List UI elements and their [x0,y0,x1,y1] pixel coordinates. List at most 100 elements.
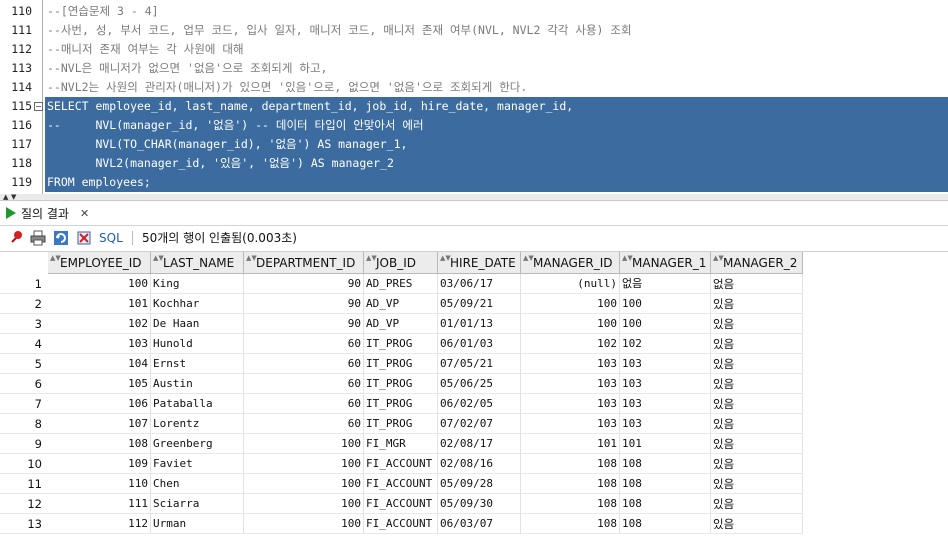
table-cell-department-id[interactable]: 100 [244,494,364,514]
column-header-manager-1[interactable]: ▲▼MANAGER_1 [620,252,711,274]
table-cell-manager-2[interactable]: 있음 [711,294,803,314]
sort-icon[interactable]: ▲▼ [713,252,724,263]
table-cell-job-id[interactable]: FI_MGR [364,434,438,454]
table-cell-department-id[interactable]: 90 [244,274,364,294]
row-number[interactable]: 5 [0,354,48,374]
table-cell-hire-date[interactable]: 06/02/05 [438,394,521,414]
row-number[interactable]: 4 [0,334,48,354]
editor-line[interactable]: 119 FROM employees; [0,173,948,192]
table-cell-employee-id[interactable]: 107 [48,414,151,434]
table-cell-employee-id[interactable]: 109 [48,454,151,474]
table-cell-manager-2[interactable]: 있음 [711,374,803,394]
table-cell-job-id[interactable]: IT_PROG [364,374,438,394]
table-cell-hire-date[interactable]: 05/06/25 [438,374,521,394]
table-cell-manager-1[interactable]: 102 [620,334,711,354]
table-cell-employee-id[interactable]: 108 [48,434,151,454]
table-cell-manager-1[interactable]: 100 [620,314,711,334]
table-cell-last-name[interactable]: Ernst [151,354,244,374]
sort-icon[interactable]: ▲▼ [246,252,257,263]
table-cell-department-id[interactable]: 90 [244,314,364,334]
column-header-employee-id[interactable]: ▲▼EMPLOYEE_ID [48,252,151,274]
sort-icon[interactable]: ▲▼ [366,252,377,263]
table-cell-manager-1[interactable]: 103 [620,354,711,374]
table-cell-job-id[interactable]: IT_PROG [364,354,438,374]
close-icon[interactable]: ✕ [80,207,89,220]
table-cell-department-id[interactable]: 60 [244,394,364,414]
editor-line[interactable]: 112 --매니저 존재 여부는 각 사원에 대해 [0,40,948,59]
table-cell-manager-2[interactable]: 있음 [711,434,803,454]
table-cell-job-id[interactable]: IT_PROG [364,414,438,434]
table-cell-hire-date[interactable]: 06/01/03 [438,334,521,354]
row-number[interactable]: 8 [0,414,48,434]
table-cell-manager-id[interactable]: 101 [521,434,620,454]
table-cell-manager-id[interactable]: 100 [521,314,620,334]
table-cell-employee-id[interactable]: 102 [48,314,151,334]
column-header-department-id[interactable]: ▲▼DEPARTMENT_ID [244,252,364,274]
clear-icon[interactable] [76,230,92,246]
table-cell-employee-id[interactable]: 112 [48,514,151,534]
table-cell-last-name[interactable]: Pataballa [151,394,244,414]
column-header-manager-id[interactable]: ▲▼MANAGER_ID [521,252,620,274]
table-cell-job-id[interactable]: IT_PROG [364,394,438,414]
table-cell-job-id[interactable]: FI_ACCOUNT [364,494,438,514]
table-cell-last-name[interactable]: Austin [151,374,244,394]
table-cell-manager-2[interactable]: 없음 [711,274,803,294]
table-cell-manager-id[interactable]: (null) [521,274,620,294]
table-cell-manager-2[interactable]: 있음 [711,354,803,374]
row-number[interactable]: 6 [0,374,48,394]
table-cell-manager-id[interactable]: 103 [521,394,620,414]
editor-line[interactable]: 116 -- NVL(manager_id, '없음') -- 데이터 타입이 안… [0,116,948,135]
table-cell-department-id[interactable]: 100 [244,514,364,534]
sort-icon[interactable]: ▲▼ [622,252,633,263]
table-cell-department-id[interactable]: 100 [244,434,364,454]
table-cell-manager-id[interactable]: 103 [521,374,620,394]
table-cell-hire-date[interactable]: 07/02/07 [438,414,521,434]
table-cell-manager-2[interactable]: 있음 [711,314,803,334]
table-cell-manager-1[interactable]: 100 [620,294,711,314]
table-cell-hire-date[interactable]: 02/08/17 [438,434,521,454]
pane-splitter[interactable]: ▲ ▼ [0,193,948,201]
editor-line[interactable]: 115− SELECT employee_id, last_name, depar… [0,97,948,116]
table-cell-manager-1[interactable]: 101 [620,434,711,454]
table-cell-manager-id[interactable]: 108 [521,474,620,494]
table-cell-manager-id[interactable]: 108 [521,454,620,474]
table-cell-employee-id[interactable]: 103 [48,334,151,354]
table-cell-hire-date[interactable]: 05/09/28 [438,474,521,494]
table-cell-last-name[interactable]: Kochhar [151,294,244,314]
column-header-hire-date[interactable]: ▲▼HIRE_DATE [438,252,521,274]
table-cell-hire-date[interactable]: 01/01/13 [438,314,521,334]
table-cell-hire-date[interactable]: 05/09/21 [438,294,521,314]
table-cell-last-name[interactable]: Chen [151,474,244,494]
table-cell-job-id[interactable]: AD_VP [364,314,438,334]
editor-line[interactable]: 110 --[연습문제 3 - 4] [0,2,948,21]
results-grid[interactable]: ▲▼EMPLOYEE_ID ▲▼LAST_NAME ▲▼DEPARTMENT_ID ▲… [0,251,948,539]
table-cell-manager-id[interactable]: 100 [521,294,620,314]
table-cell-last-name[interactable]: King [151,274,244,294]
table-cell-manager-1[interactable]: 108 [620,494,711,514]
table-cell-job-id[interactable]: FI_ACCOUNT [364,474,438,494]
print-icon[interactable] [30,230,46,246]
expand-down-icon[interactable]: ▼ [11,193,16,201]
row-number[interactable]: 13 [0,514,48,534]
sort-icon[interactable]: ▲▼ [523,252,534,263]
sql-button[interactable]: SQL [99,230,123,246]
table-cell-employee-id[interactable]: 105 [48,374,151,394]
table-cell-department-id[interactable]: 90 [244,294,364,314]
table-cell-department-id[interactable]: 100 [244,474,364,494]
table-cell-manager-2[interactable]: 있음 [711,334,803,354]
row-number[interactable]: 10 [0,454,48,474]
table-cell-employee-id[interactable]: 110 [48,474,151,494]
table-cell-hire-date[interactable]: 02/08/16 [438,454,521,474]
table-cell-employee-id[interactable]: 104 [48,354,151,374]
table-cell-manager-id[interactable]: 108 [521,494,620,514]
sort-icon[interactable]: ▲▼ [50,252,61,263]
table-cell-last-name[interactable]: Faviet [151,454,244,474]
table-cell-manager-2[interactable]: 있음 [711,474,803,494]
editor-line[interactable]: 111 --사번, 성, 부서 코드, 업무 코드, 입사 일자, 매니저 코드,… [0,21,948,40]
table-cell-job-id[interactable]: AD_PRES [364,274,438,294]
editor-line[interactable]: 114 --NVL2는 사원의 관리자(매니저)가 있으면 '있음'으로, 없으면… [0,78,948,97]
pin-icon[interactable] [8,230,24,246]
table-cell-manager-2[interactable]: 있음 [711,454,803,474]
row-number[interactable]: 12 [0,494,48,514]
row-number[interactable]: 2 [0,294,48,314]
